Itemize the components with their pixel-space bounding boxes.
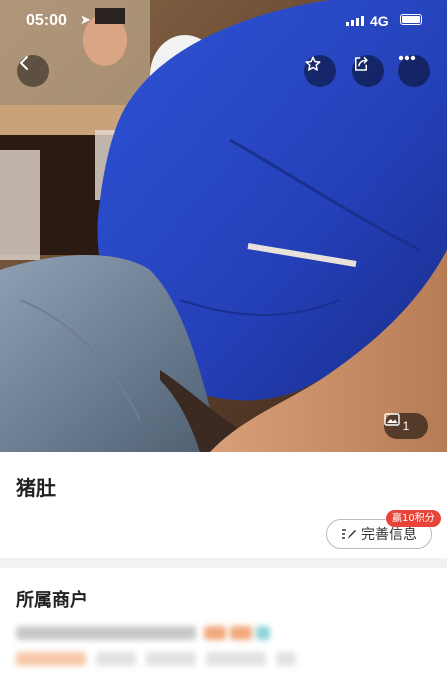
complete-info-label: 完善信息 [361, 527, 417, 543]
photo-count-badge[interactable]: 1 [384, 413, 428, 439]
item-info-section: 猪肚 完善信息 赢10积分 [0, 452, 447, 558]
status-time: 05:00 [26, 12, 67, 29]
reward-badge: 赢10积分 [386, 510, 441, 527]
edit-icon [342, 529, 356, 539]
battery-icon [400, 14, 422, 25]
item-title: 猪肚 [16, 476, 56, 500]
back-button[interactable] [17, 55, 49, 87]
more-icon [398, 55, 416, 61]
status-bar: 05:00 ➤ 4G [0, 0, 447, 40]
signal-icon [346, 16, 364, 26]
merchant-section: 所属商户 [0, 568, 447, 678]
more-button[interactable] [398, 55, 430, 87]
favorite-button[interactable] [304, 55, 336, 87]
location-arrow-icon: ➤ [80, 12, 91, 27]
chevron-left-icon [20, 56, 28, 70]
share-button[interactable] [352, 55, 384, 87]
item-photo[interactable]: 05:00 ➤ 4G 1 [0, 0, 447, 452]
merchant-heading: 所属商户 [16, 590, 88, 611]
section-divider [0, 558, 447, 568]
star-icon [305, 56, 321, 71]
network-type: 4G [370, 13, 389, 29]
photo-count: 1 [402, 419, 410, 433]
image-icon [384, 413, 400, 426]
share-icon [355, 56, 368, 71]
